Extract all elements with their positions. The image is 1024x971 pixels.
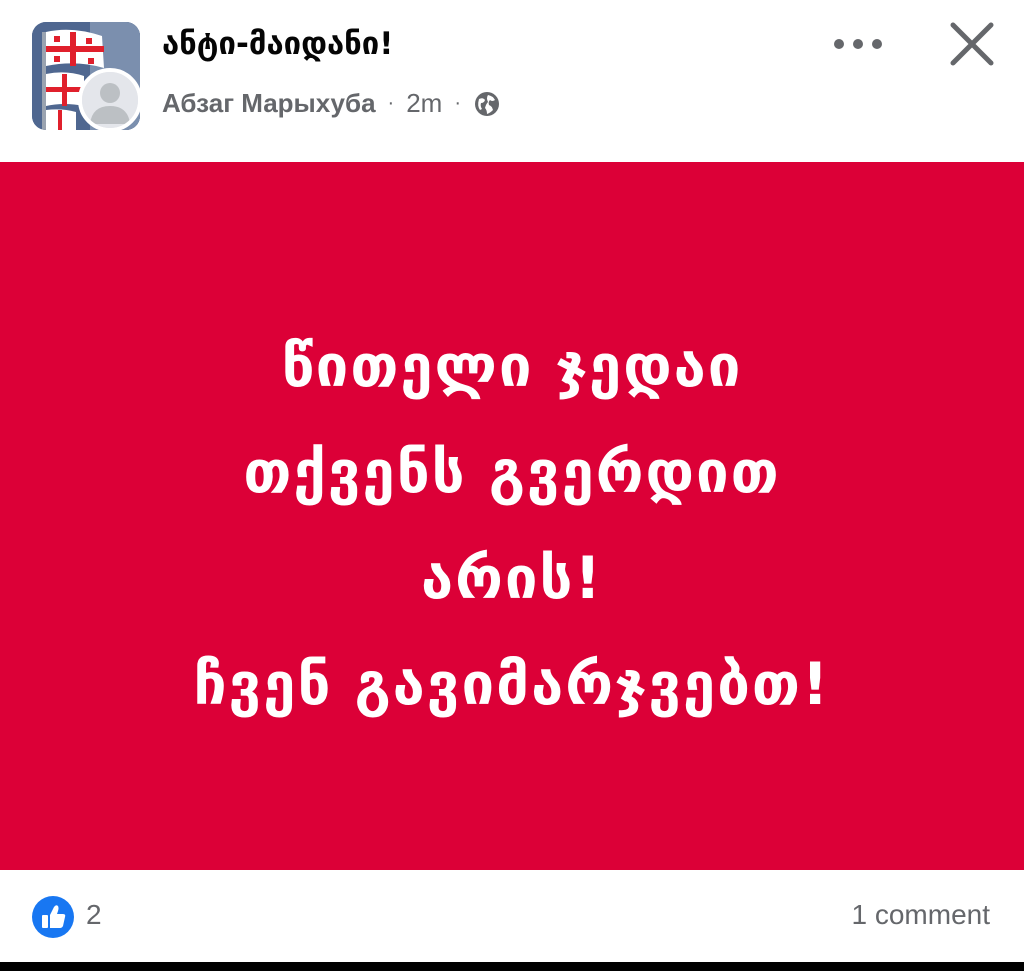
close-icon bbox=[950, 22, 994, 66]
post-text-line: არის! bbox=[421, 544, 603, 612]
post-text-line: წითელი ჯედაი bbox=[281, 332, 743, 400]
like-count[interactable]: 2 bbox=[86, 899, 102, 931]
author-name[interactable]: Абзаг Марыхуба bbox=[162, 88, 376, 119]
close-button[interactable] bbox=[940, 12, 1004, 76]
post-image[interactable]: წითელი ჯედაი თქვენს გვერდით არის! ჩვენ გ… bbox=[0, 162, 1024, 870]
post-time[interactable]: 2m bbox=[406, 88, 442, 119]
user-avatar[interactable] bbox=[78, 68, 142, 132]
globe-icon[interactable] bbox=[473, 90, 501, 118]
post-text-line: თქვენს გვერდით bbox=[243, 438, 781, 506]
post-text-line: ჩვენ გავიმარჯვებთ! bbox=[193, 650, 831, 718]
post-card: ანტი-მაიდანი! Абзаг Марыхуба · 2m · წითე… bbox=[0, 0, 1024, 971]
post-header: ანტი-მაიდანი! Абзаг Марыхуба · 2m · bbox=[0, 0, 1024, 160]
post-footer: 2 1 comment bbox=[0, 870, 1024, 962]
more-options-button[interactable] bbox=[826, 22, 890, 66]
post-meta: Абзаг Марыхуба · 2m · bbox=[162, 88, 501, 119]
comments-link[interactable]: 1 comment bbox=[852, 899, 991, 931]
like-thumbs-up-icon[interactable] bbox=[32, 896, 74, 938]
group-name[interactable]: ანტი-მაიდანი! bbox=[162, 26, 393, 62]
more-options-icon bbox=[834, 39, 882, 49]
bottom-edge-divider bbox=[0, 962, 1024, 971]
meta-separator: · bbox=[454, 92, 461, 114]
meta-separator: · bbox=[387, 92, 395, 114]
